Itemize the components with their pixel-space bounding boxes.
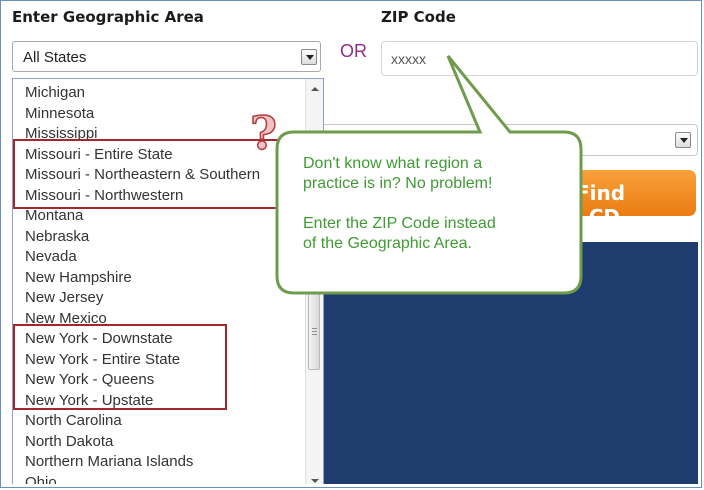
callout-spacer [303, 194, 543, 214]
search-panel: Enter Geographic Area ZIP Code All State… [4, 4, 698, 484]
screenshot-frame: Enter Geographic Area ZIP Code All State… [0, 0, 702, 488]
callout-line: Don't know what region a [303, 155, 483, 172]
callout-text: Don't know what region a practice is in?… [303, 154, 543, 254]
callout-line: of the Geographic Area. [303, 235, 472, 252]
callout-line: practice is in? No problem! [303, 175, 493, 192]
callout-line: Enter the ZIP Code instead [303, 215, 496, 232]
